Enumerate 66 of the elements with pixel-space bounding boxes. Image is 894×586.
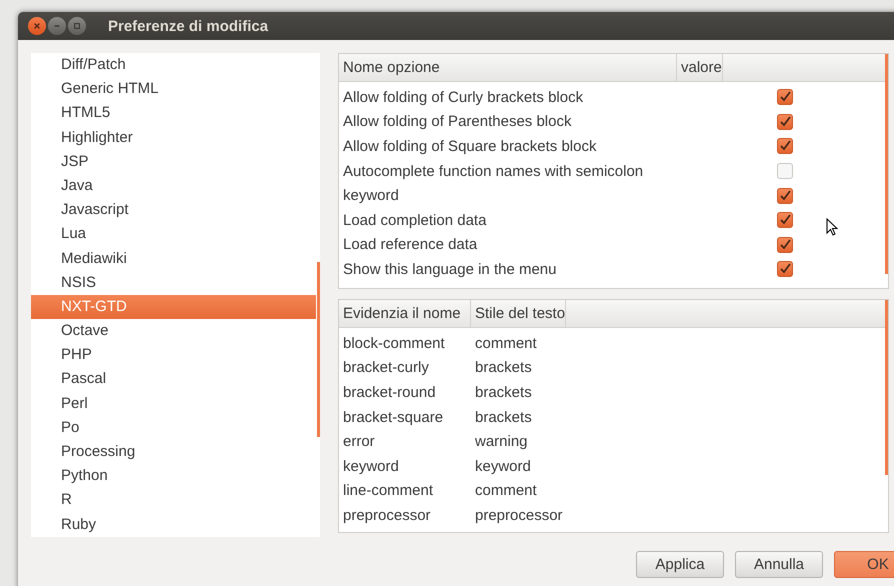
table-cell-text: block-comment — [342, 334, 446, 352]
table-cell-text: keyword — [342, 187, 400, 204]
language-item[interactable]: PHP — [31, 343, 320, 368]
checkbox[interactable] — [777, 261, 793, 278]
mouse-cursor-icon — [826, 218, 838, 236]
checkbox[interactable] — [777, 236, 793, 253]
language-item[interactable]: Pascal — [31, 367, 320, 392]
table-cell-text: bracket-round — [342, 384, 437, 401]
table-cell-text: keyword — [342, 458, 400, 475]
table-cell-text: line-comment — [342, 482, 434, 500]
table-cell-text: Load reference data — [342, 236, 478, 254]
language-item[interactable]: Generic HTML — [31, 77, 320, 102]
language-item[interactable]: Lua — [31, 222, 320, 246]
table-cell-text: Load completion data — [342, 212, 488, 229]
table-cell-text: bracket-curly — [342, 359, 430, 376]
table-cell-text: bracket-square — [342, 408, 444, 426]
ok-button[interactable]: OK — [834, 551, 894, 578]
table-cell-text: error — [342, 433, 376, 450]
language-item[interactable]: Javascript — [31, 198, 320, 222]
language-item[interactable]: Perl — [31, 392, 320, 416]
checkbox[interactable] — [777, 212, 793, 228]
scrollbar[interactable] — [885, 300, 888, 475]
language-item[interactable]: Mediawiki — [31, 246, 320, 271]
dialog-button[interactable]: Annulla — [735, 551, 823, 578]
language-item[interactable]: Octave — [31, 319, 320, 344]
table-cell-text: brackets — [474, 384, 532, 401]
checkbox[interactable] — [777, 89, 793, 106]
language-item[interactable]: Diff/Patch — [31, 53, 320, 78]
checkbox[interactable] — [777, 114, 793, 130]
language-item[interactable]: Processing — [31, 440, 320, 464]
window-title: Preferenze di modifica — [108, 18, 268, 34]
table-cell-text: comment — [474, 334, 537, 352]
language-item[interactable]: Java — [31, 174, 320, 198]
maximize-icon[interactable] — [68, 17, 86, 35]
table-cell-text: comment — [474, 482, 537, 500]
language-item[interactable]: Ruby — [31, 512, 320, 537]
table-cell-text: Allow folding of Curly brackets block — [342, 88, 584, 106]
language-item[interactable]: Python — [31, 464, 320, 488]
column-header[interactable]: Evidenzia il nome — [339, 300, 471, 327]
scrollbar[interactable] — [317, 262, 320, 437]
column-header[interactable]: Stile del testo — [471, 300, 566, 327]
scrollbar[interactable] — [885, 54, 888, 274]
table-cell-text: Autocomplete function names with semicolon — [342, 162, 644, 180]
table-cell-text: preprocessor — [474, 506, 563, 524]
table-cell-text: warning — [474, 433, 528, 450]
minimize-icon[interactable] — [48, 17, 66, 35]
table-cell-text: Show this language in the menu — [342, 260, 558, 278]
dialog-button[interactable]: Applica — [636, 551, 724, 578]
language-item[interactable]: R — [31, 488, 320, 513]
table-cell-text: brackets — [474, 359, 532, 376]
language-item[interactable]: Highlighter — [31, 126, 320, 150]
table-cell-text: brackets — [474, 408, 532, 426]
checkbox[interactable] — [777, 138, 793, 154]
table-cell-text: preprocessor — [342, 506, 432, 524]
language-item[interactable]: HTML5 — [31, 101, 320, 126]
checkbox[interactable] — [777, 163, 793, 180]
language-item[interactable]: JSP — [31, 150, 320, 174]
column-header[interactable]: Nome opzione — [339, 54, 677, 81]
table-cell-text: keyword — [474, 458, 531, 475]
language-item[interactable]: Po — [31, 416, 320, 440]
column-header[interactable]: valore — [677, 54, 723, 81]
close-icon[interactable] — [28, 17, 46, 35]
table-cell-text: Allow folding of Parentheses block — [342, 113, 572, 130]
language-item[interactable]: NSIS — [31, 270, 320, 295]
table-cell-text: Allow folding of Square brackets block — [342, 138, 598, 155]
checkbox[interactable] — [777, 188, 793, 204]
